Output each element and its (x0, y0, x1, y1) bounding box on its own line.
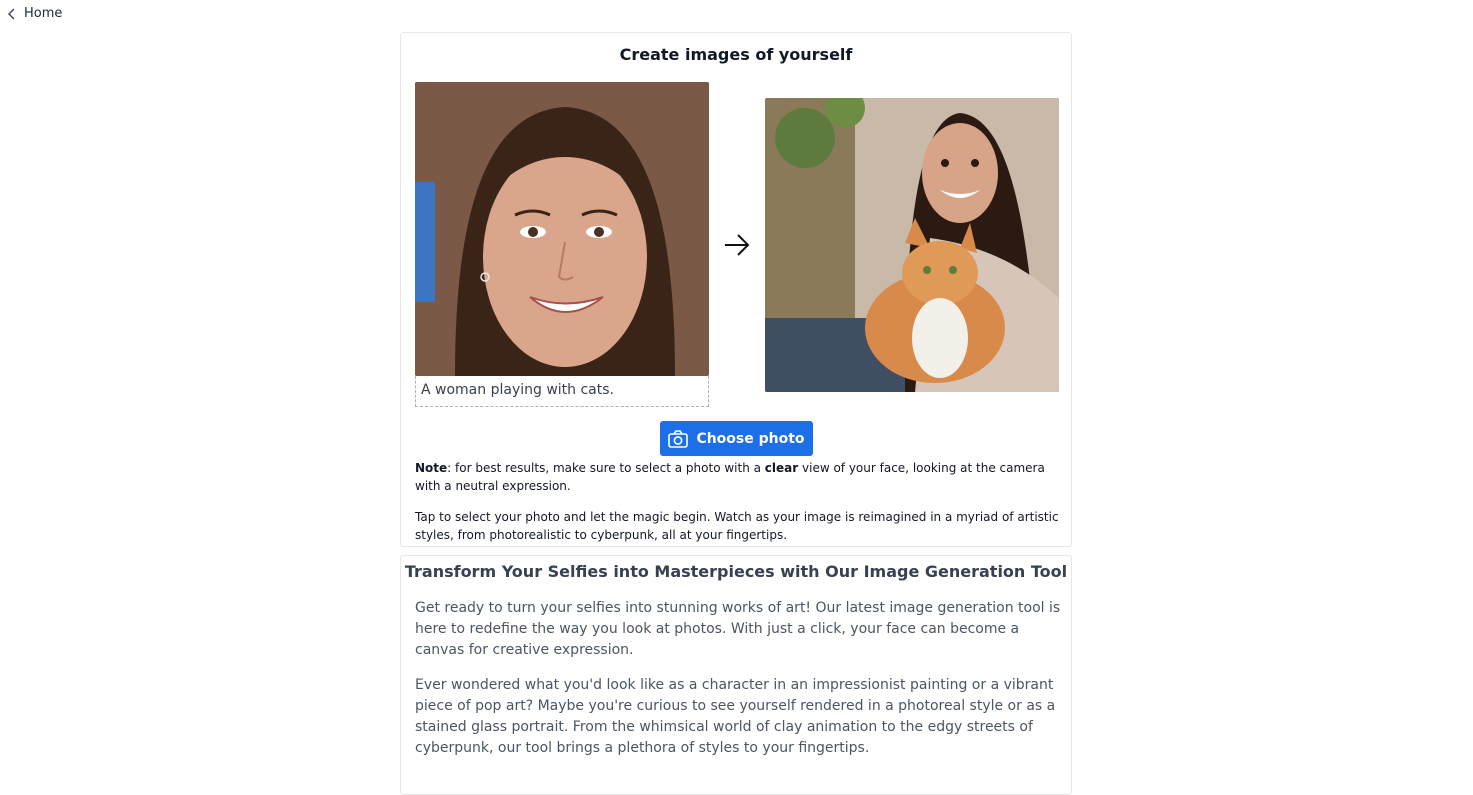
tap-text: Tap to select your photo and let the mag… (415, 510, 1059, 542)
prompt-text: A woman playing with cats. (415, 376, 709, 407)
choose-photo-button[interactable]: Choose photo (660, 421, 813, 456)
note-part1: : for best results, make sure to select … (447, 461, 765, 475)
create-card: Create images of yourself A woman playin… (400, 32, 1072, 547)
card-title: Create images of yourself (619, 45, 853, 64)
article-paragraph: Ever wondered what you'd look like as a … (415, 677, 1056, 756)
chevron-left-icon (8, 8, 15, 19)
note-bold: clear (764, 461, 799, 475)
article-card: Transform Your Selfies into Masterpieces… (400, 555, 1072, 795)
input-photo (415, 82, 709, 376)
article-paragraph: Get ready to turn your selfies into stun… (415, 600, 1061, 658)
note-label: Note (415, 461, 448, 475)
arrow-right-icon (725, 234, 750, 256)
choose-photo-label: Choose photo (696, 430, 805, 447)
camera-icon (668, 429, 689, 448)
home-label: Home (24, 6, 63, 21)
note-text: Note: for best results, make sure to sel… (415, 459, 1059, 495)
home-link[interactable]: Home (6, 6, 62, 21)
article-title: Transform Your Selfies into Masterpieces… (404, 562, 1068, 581)
output-photo (765, 98, 1059, 392)
